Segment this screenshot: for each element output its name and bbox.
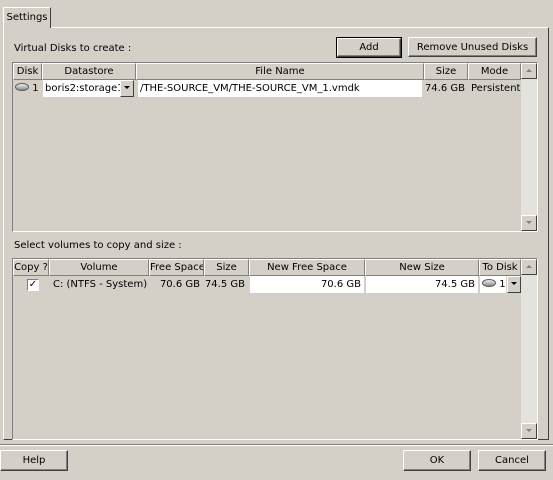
- column-header-volume[interactable]: Volume: [49, 259, 149, 276]
- column-header-copy[interactable]: Copy ?: [13, 259, 49, 276]
- datastore-select[interactable]: boris2:storage1: [43, 80, 120, 97]
- to-disk-select[interactable]: 1: [480, 276, 506, 293]
- to-disk-dropdown-button[interactable]: [507, 276, 521, 293]
- disks-scrollbar[interactable]: [521, 63, 537, 231]
- footer-divider: [0, 444, 553, 446]
- new-free-space-field[interactable]: 70.6 GB: [250, 276, 364, 293]
- help-button[interactable]: Help: [0, 450, 68, 471]
- tab-settings[interactable]: Settings: [3, 7, 51, 28]
- column-header-disk[interactable]: Disk: [13, 63, 42, 80]
- to-disk-value: 1: [499, 279, 506, 290]
- volume-name: C: (NTFS - System): [53, 279, 148, 290]
- new-size-field[interactable]: 74.5 GB: [366, 276, 478, 293]
- remove-unused-disks-button[interactable]: Remove Unused Disks: [408, 37, 537, 57]
- disk-icon: [482, 279, 496, 287]
- arrow-down-icon: [526, 429, 532, 432]
- column-header-new-size[interactable]: New Size: [365, 259, 479, 276]
- free-space: 70.6 GB: [159, 279, 200, 290]
- chevron-down-icon: [124, 86, 130, 89]
- datastore-dropdown-button[interactable]: [120, 80, 134, 97]
- scroll-down-button[interactable]: [521, 215, 537, 231]
- cancel-button[interactable]: Cancel: [478, 450, 546, 471]
- copy-checkbox[interactable]: ✓: [27, 279, 39, 291]
- arrow-up-icon: [526, 69, 532, 72]
- column-header-to-disk[interactable]: To Disk: [479, 259, 521, 276]
- column-header-free-space[interactable]: Free Space: [149, 259, 204, 276]
- volume-size: 74.5 GB: [204, 279, 245, 290]
- virtual-disks-table: Disk Datastore File Name Size Mode 1 bor…: [12, 62, 538, 232]
- disk-size: 74.6 GB: [424, 83, 465, 94]
- chevron-down-icon: [511, 282, 517, 285]
- column-header-file-name[interactable]: File Name: [136, 63, 424, 80]
- arrow-up-icon: [526, 265, 532, 268]
- arrow-down-icon: [526, 221, 532, 224]
- disk-mode: Persistent: [471, 83, 521, 94]
- column-header-mode[interactable]: Mode: [468, 63, 521, 80]
- disk-icon: [15, 83, 29, 91]
- column-header-size[interactable]: Size: [204, 259, 249, 276]
- scroll-up-button[interactable]: [521, 63, 537, 79]
- ok-button[interactable]: OK: [403, 450, 471, 471]
- volumes-title: Select volumes to copy and size :: [14, 240, 182, 251]
- volumes-scrollbar[interactable]: [521, 259, 537, 439]
- scroll-up-button[interactable]: [521, 259, 537, 275]
- add-button[interactable]: Add: [336, 37, 402, 58]
- volumes-table: Copy ? Volume Free Space Size New Free S…: [12, 258, 538, 440]
- column-header-new-free-space[interactable]: New Free Space: [249, 259, 365, 276]
- column-header-datastore[interactable]: Datastore: [42, 63, 136, 80]
- column-header-size[interactable]: Size: [424, 63, 468, 80]
- scroll-down-button[interactable]: [521, 423, 537, 439]
- disk-number: 1: [32, 83, 39, 94]
- virtual-disks-title: Virtual Disks to create :: [14, 43, 132, 54]
- file-name-field[interactable]: /THE-SOURCE_VM/THE-SOURCE_VM_1.vmdk: [138, 80, 422, 97]
